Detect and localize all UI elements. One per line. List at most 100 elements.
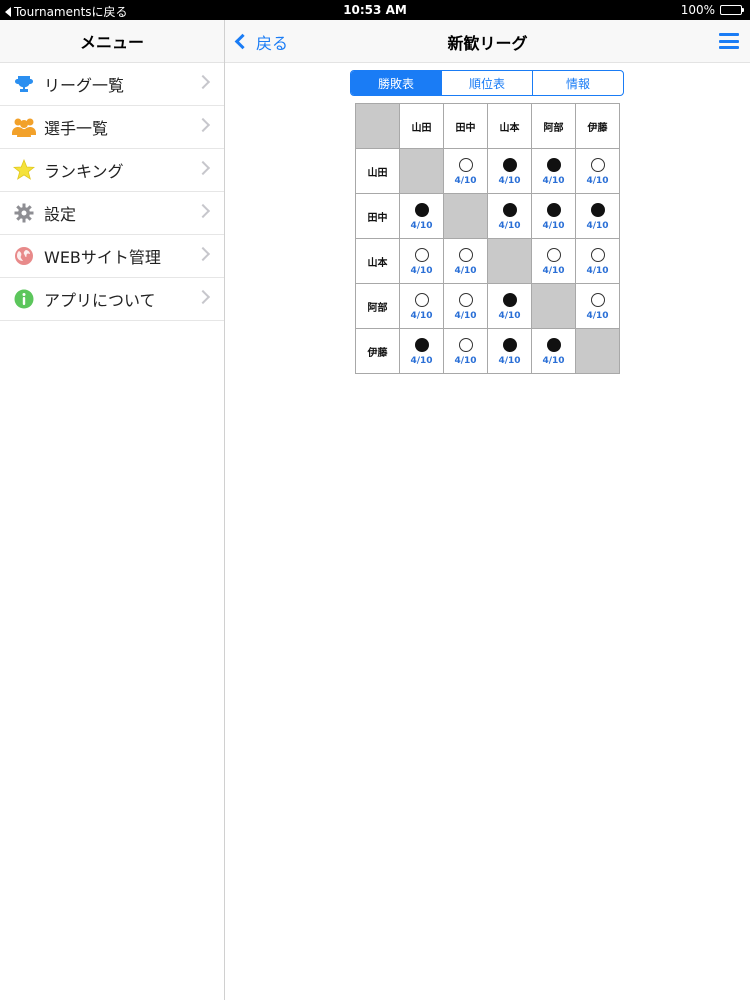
open-circle-icon <box>590 248 605 262</box>
diagonal-cell <box>487 238 532 284</box>
row-header-player: 阿部 <box>355 283 400 329</box>
diagonal-cell <box>575 328 620 374</box>
match-date: 4/10 <box>410 221 433 231</box>
tab-standings[interactable]: 順位表 <box>442 71 533 95</box>
open-circle-icon <box>458 248 473 262</box>
menu-item-website-admin[interactable]: WEBサイト管理 <box>0 235 224 278</box>
match-date: 4/10 <box>498 311 521 321</box>
match-cell[interactable]: 4/10 <box>575 283 620 329</box>
match-date: 4/10 <box>498 221 521 231</box>
filled-circle-icon <box>502 203 517 217</box>
chevron-right-icon <box>195 160 211 176</box>
page-title: 新歓リーグ <box>447 33 528 53</box>
filled-circle-icon <box>414 338 429 352</box>
match-date: 4/10 <box>586 176 609 186</box>
match-cell[interactable]: 4/10 <box>399 193 444 239</box>
match-cell[interactable]: 4/10 <box>531 328 576 374</box>
match-date: 4/10 <box>454 311 477 321</box>
chevron-right-icon <box>195 203 211 219</box>
open-circle-icon <box>458 293 473 307</box>
row-header-player: 山田 <box>355 148 400 194</box>
menu-item-label: WEBサイト管理 <box>44 248 161 267</box>
people-icon <box>12 115 36 139</box>
match-cell[interactable]: 4/10 <box>399 283 444 329</box>
match-cell[interactable]: 4/10 <box>531 238 576 284</box>
filled-circle-icon <box>414 203 429 217</box>
column-header-player: 伊藤 <box>575 103 620 149</box>
match-date: 4/10 <box>498 356 521 366</box>
grid-row: 伊藤 4/10 4/10 4/10 4/10 <box>355 328 620 374</box>
match-date: 4/10 <box>542 176 565 186</box>
row-header-player: 田中 <box>355 193 400 239</box>
filled-circle-icon <box>546 203 561 217</box>
grid-header-row: 山田 田中 山本 阿部 伊藤 <box>355 103 620 149</box>
match-cell[interactable]: 4/10 <box>443 238 488 284</box>
battery-percent: 100% <box>680 3 715 17</box>
column-header-player: 阿部 <box>531 103 576 149</box>
match-date: 4/10 <box>454 266 477 276</box>
back-button[interactable]: 戻る <box>233 20 288 63</box>
match-cell[interactable]: 4/10 <box>487 328 532 374</box>
match-date: 4/10 <box>410 266 433 276</box>
match-cell[interactable]: 4/10 <box>531 193 576 239</box>
menu-item-label: 設定 <box>44 205 77 224</box>
menu-item-about-app[interactable]: アプリについて <box>0 278 224 321</box>
menu-item-ranking[interactable]: ランキング <box>0 149 224 192</box>
match-date: 4/10 <box>586 311 609 321</box>
chevron-right-icon <box>195 246 211 262</box>
match-cell[interactable]: 4/10 <box>487 148 532 194</box>
open-circle-icon <box>458 158 473 172</box>
match-date: 4/10 <box>410 311 433 321</box>
chevron-right-icon <box>195 117 211 133</box>
match-cell[interactable]: 4/10 <box>531 148 576 194</box>
menu-item-label: アプリについて <box>44 291 156 310</box>
chevron-right-icon <box>195 74 211 90</box>
diagonal-cell <box>443 193 488 239</box>
match-cell[interactable]: 4/10 <box>399 238 444 284</box>
match-cell[interactable]: 4/10 <box>487 283 532 329</box>
open-circle-icon <box>458 338 473 352</box>
match-date: 4/10 <box>498 176 521 186</box>
match-date: 4/10 <box>454 176 477 186</box>
match-cell[interactable]: 4/10 <box>487 193 532 239</box>
grid-corner <box>355 103 400 149</box>
column-header-player: 山田 <box>399 103 444 149</box>
match-cell[interactable]: 4/10 <box>575 148 620 194</box>
open-circle-icon <box>546 248 561 262</box>
filled-circle-icon <box>590 203 605 217</box>
filled-circle-icon <box>502 293 517 307</box>
match-cell[interactable]: 4/10 <box>443 283 488 329</box>
open-circle-icon <box>590 293 605 307</box>
grid-row: 山本 4/10 4/10 4/10 4/10 <box>355 238 620 284</box>
match-cell[interactable]: 4/10 <box>443 328 488 374</box>
row-header-player: 伊藤 <box>355 328 400 374</box>
open-circle-icon <box>590 158 605 172</box>
grid-row: 阿部 4/10 4/10 4/10 4/10 <box>355 283 620 329</box>
match-cell[interactable]: 4/10 <box>443 148 488 194</box>
tab-info[interactable]: 情報 <box>533 71 623 95</box>
menu-item-player-list[interactable]: 選手一覧 <box>0 106 224 149</box>
menu-item-league-list[interactable]: リーグ一覧 <box>0 63 224 106</box>
open-circle-icon <box>414 248 429 262</box>
menu-hamburger-icon[interactable] <box>719 33 739 49</box>
chevron-left-icon <box>234 33 251 50</box>
grid-row: 田中 4/10 4/10 4/10 4/10 <box>355 193 620 239</box>
status-bar: Tournamentsに戻る 10:53 AM 100% <box>0 0 750 20</box>
segmented-control: 勝敗表 順位表 情報 <box>350 70 624 96</box>
match-cell[interactable]: 4/10 <box>575 193 620 239</box>
navigation-bar: 戻る 新歓リーグ <box>225 20 750 63</box>
match-cell[interactable]: 4/10 <box>399 328 444 374</box>
match-date: 4/10 <box>542 266 565 276</box>
filled-circle-icon <box>546 158 561 172</box>
filled-circle-icon <box>502 158 517 172</box>
match-grid: 山田 田中 山本 阿部 伊藤 山田 4/10 4/10 4/10 4/10 田中 4/10 4/10 4/… <box>355 103 620 374</box>
battery-icon <box>720 5 744 15</box>
match-date: 4/10 <box>586 221 609 231</box>
menu-item-settings[interactable]: 設定 <box>0 192 224 235</box>
tab-win-loss[interactable]: 勝敗表 <box>351 71 442 95</box>
battery-status: 100% <box>680 3 744 17</box>
filled-circle-icon <box>502 338 517 352</box>
chevron-right-icon <box>195 289 211 305</box>
filled-circle-icon <box>546 338 561 352</box>
match-cell[interactable]: 4/10 <box>575 238 620 284</box>
